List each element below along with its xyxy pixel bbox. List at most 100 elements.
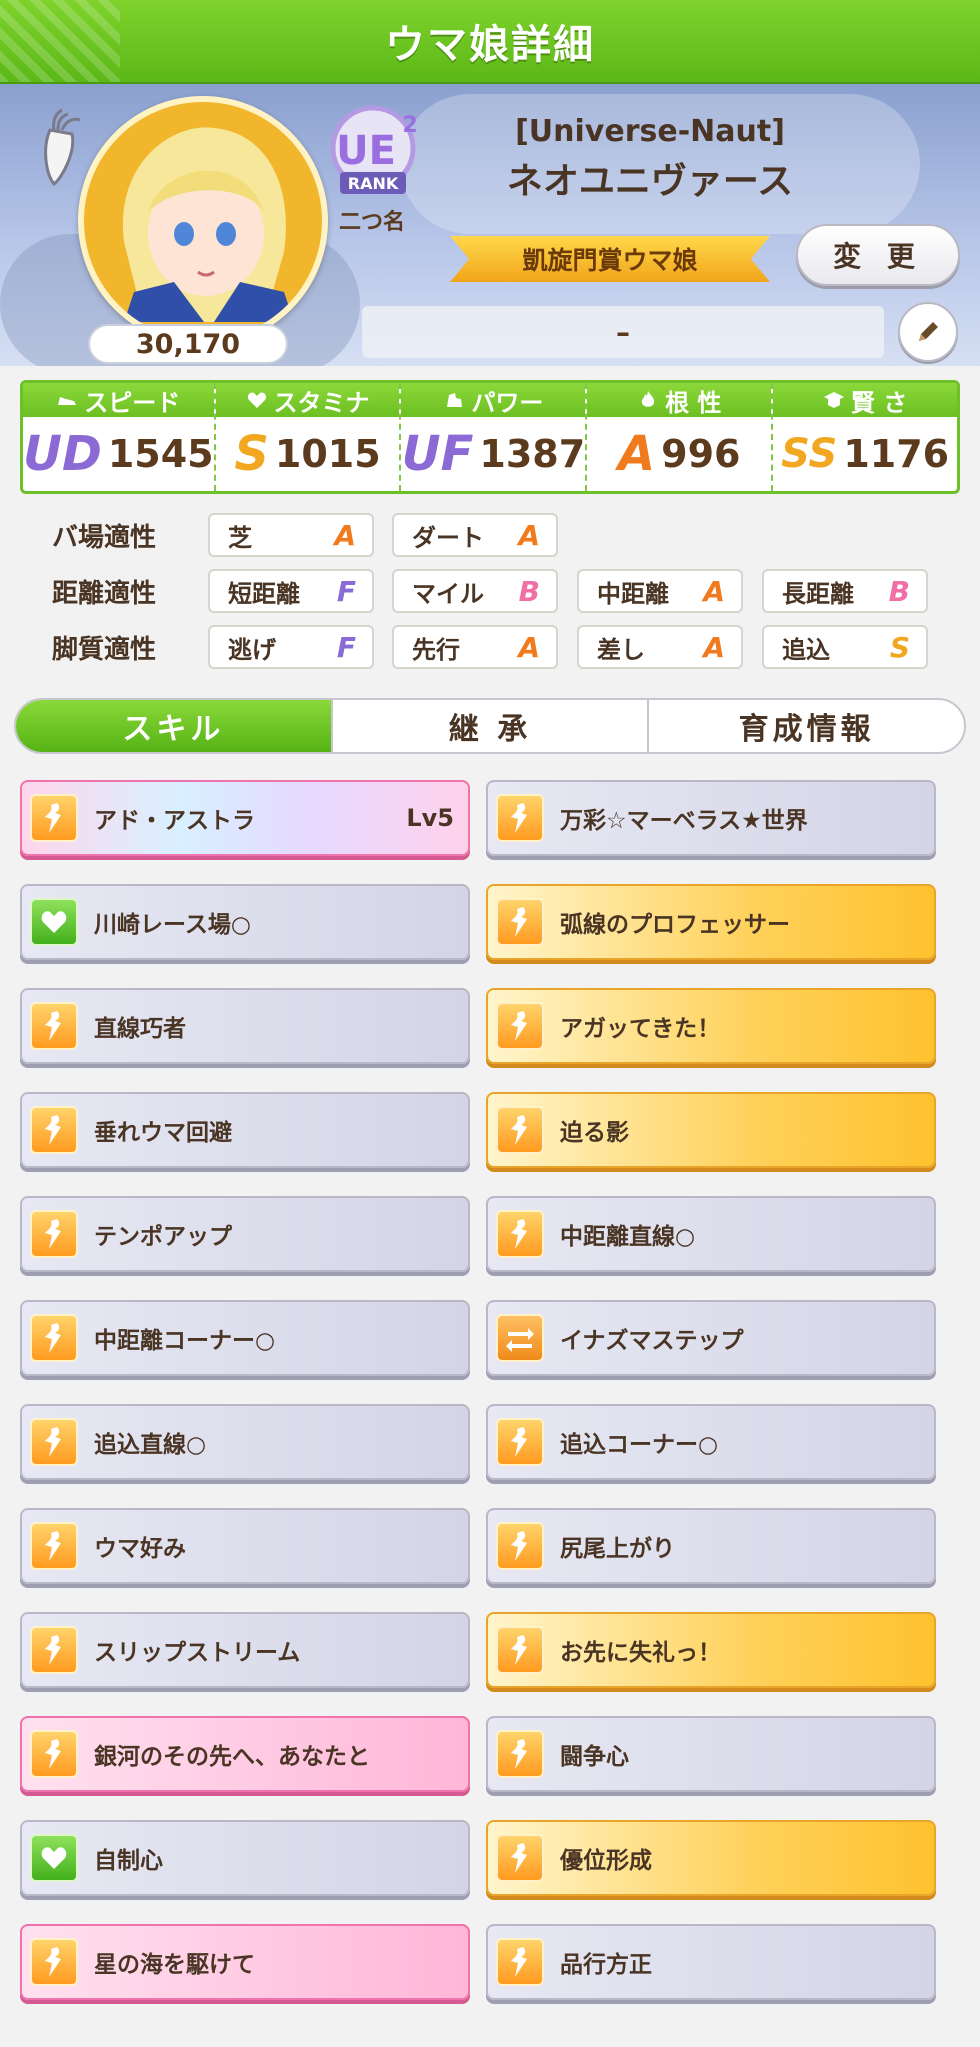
speed-skill-icon — [30, 1002, 78, 1050]
speed-skill-icon — [496, 1418, 544, 1466]
rank-badge-text: UE — [336, 128, 396, 174]
page-title: ウマ娘詳細 — [385, 22, 595, 68]
tab-skills[interactable]: スキル — [16, 700, 331, 752]
speed-skill-icon — [496, 1938, 544, 1986]
shoe-icon — [58, 397, 77, 405]
character-epithet: [Universe-Naut] — [515, 114, 785, 149]
skill-card[interactable]: お先に失礼っ！ — [486, 1612, 936, 1688]
skill-name: 星の海を駆けて — [94, 1952, 255, 1978]
aptitude-label: 脚質適性 — [52, 634, 157, 665]
stat-value: 1545 — [107, 432, 214, 476]
skill-card[interactable]: 万彩☆マーベラス★世界 — [486, 780, 936, 856]
skill-name: 中距離コーナー○ — [94, 1328, 276, 1354]
aptitude-cell: マイル B — [392, 569, 558, 613]
graduation-cap-icon — [823, 392, 844, 408]
stat-grade: UD — [23, 426, 102, 482]
recovery-skill-icon — [30, 898, 78, 946]
speed-skill-icon — [30, 1938, 78, 1986]
skill-card[interactable]: 弧線のプロフェッサー — [486, 884, 936, 960]
stat-label: 賢 さ — [850, 388, 908, 417]
skill-card[interactable]: スリップストリーム — [20, 1612, 470, 1688]
skill-card[interactable]: 銀河のその先へ、あなたと — [20, 1716, 470, 1792]
skill-name: 垂れウマ回避 — [94, 1120, 232, 1146]
skill-name: 迫る影 — [560, 1120, 629, 1146]
speed-skill-icon — [496, 1106, 544, 1154]
skill-card[interactable]: 垂れウマ回避 — [20, 1092, 470, 1168]
aptitude-cell: 差し A — [577, 625, 743, 669]
tab-training-info[interactable]: 育成情報 — [647, 700, 964, 752]
stat-speed: スピード UD 1545 — [23, 383, 216, 491]
aptitude-row-style: 脚質適性 — [52, 624, 208, 670]
speed-skill-icon — [496, 1002, 544, 1050]
skills-list: アド・アストラ Lv5 万彩☆マーベラス★世界 川崎レース場○ 弧線のプロフェッサー直線… — [0, 760, 980, 2047]
skill-card[interactable]: アガッてきた！ — [486, 988, 936, 1064]
aptitude-label: バ場適性 — [52, 522, 157, 553]
skill-card[interactable]: 星の海を駆けて — [20, 1924, 470, 2000]
speed-skill-icon — [30, 1626, 78, 1674]
skill-card[interactable]: イナズマステップ — [486, 1300, 936, 1376]
skill-card[interactable]: 迫る影 — [486, 1092, 936, 1168]
skill-name: スリップストリーム — [94, 1640, 301, 1666]
edit-memo-button[interactable] — [898, 302, 958, 362]
skill-card[interactable]: 優位形成 — [486, 1820, 936, 1896]
skill-card[interactable]: 追込コーナー○ — [486, 1404, 936, 1480]
aptitude-cell: 追込 S — [762, 625, 928, 669]
speed-skill-icon — [30, 794, 78, 842]
rank-label: 二つ名 — [338, 210, 405, 235]
title-bar: ウマ娘詳細 — [0, 0, 980, 84]
skill-card[interactable]: 中距離直線○ — [486, 1196, 936, 1272]
aptitude-row-track: バ場適性 — [52, 512, 208, 558]
profile-header: 30,170 UE 2 RANK 二つ名 [Universe-Naut] ネオユ… — [0, 84, 980, 366]
speed-skill-icon — [496, 898, 544, 946]
skill-card[interactable]: 直線巧者 — [20, 988, 470, 1064]
skill-name: 自制心 — [94, 1848, 163, 1874]
tab-inheritance[interactable]: 継 承 — [330, 700, 648, 752]
skill-card[interactable]: 闘争心 — [486, 1716, 936, 1792]
skill-card[interactable]: 川崎レース場○ — [20, 884, 470, 960]
stat-stamina: スタミナ S 1015 — [215, 383, 402, 491]
speed-skill-icon — [496, 1834, 544, 1882]
skill-name: アド・アストラ — [94, 808, 255, 834]
speed-skill-icon — [30, 1730, 78, 1778]
aptitude-row-distance: 距離適性 — [52, 568, 208, 614]
pencil-icon — [919, 322, 938, 341]
stat-label: スタミナ — [273, 388, 370, 417]
title-ribbon: 凱旋門賞ウマ娘 — [450, 236, 770, 282]
rank-badge-word: RANK — [348, 174, 399, 193]
stats-panel: スピード UD 1545 スタミナ S 1015 パワー UF 1387 根 性 — [20, 380, 960, 494]
skill-name: 追込直線○ — [94, 1432, 207, 1458]
stat-value: 996 — [661, 432, 741, 476]
carrot-icon[interactable] — [32, 108, 88, 188]
speed-skill-icon — [496, 1626, 544, 1674]
skill-name: 直線巧者 — [94, 1016, 186, 1042]
skill-name: 品行方正 — [560, 1952, 652, 1978]
skill-card[interactable]: 中距離コーナー○ — [20, 1300, 470, 1376]
stat-guts: 根 性 A 996 — [587, 383, 774, 491]
character-avatar[interactable] — [78, 96, 328, 346]
skill-card[interactable]: 追込直線○ — [20, 1404, 470, 1480]
flame-icon — [641, 391, 655, 407]
stat-value: 1387 — [479, 432, 586, 476]
skill-card[interactable]: 自制心 — [20, 1820, 470, 1896]
aptitude-cell: 芝 A — [208, 513, 374, 557]
debuff-skill-icon — [496, 1314, 544, 1362]
stat-power: パワー UF 1387 — [401, 383, 588, 491]
speed-skill-icon — [30, 1418, 78, 1466]
aptitude-label: 距離適性 — [52, 578, 157, 609]
skill-card[interactable]: 品行方正 — [486, 1924, 936, 2000]
stat-speed-header: スピード — [23, 383, 214, 417]
change-title-button[interactable]: 変 更 — [796, 224, 960, 286]
skill-name: 闘争心 — [560, 1744, 629, 1770]
speed-skill-icon — [496, 1730, 544, 1778]
speed-skill-icon — [30, 1522, 78, 1570]
stat-grade: A — [618, 426, 656, 482]
skill-card[interactable]: ウマ好み — [20, 1508, 470, 1584]
skill-card[interactable]: テンポアップ — [20, 1196, 470, 1272]
skill-level: Lv5 — [406, 804, 454, 832]
skill-card[interactable]: 尻尾上がり — [486, 1508, 936, 1584]
skill-name: 追込コーナー○ — [560, 1432, 719, 1458]
heart-icon — [247, 392, 266, 408]
skill-card[interactable]: アド・アストラ Lv5 — [20, 780, 470, 856]
speed-skill-icon — [30, 1210, 78, 1258]
speed-skill-icon — [496, 1522, 544, 1570]
